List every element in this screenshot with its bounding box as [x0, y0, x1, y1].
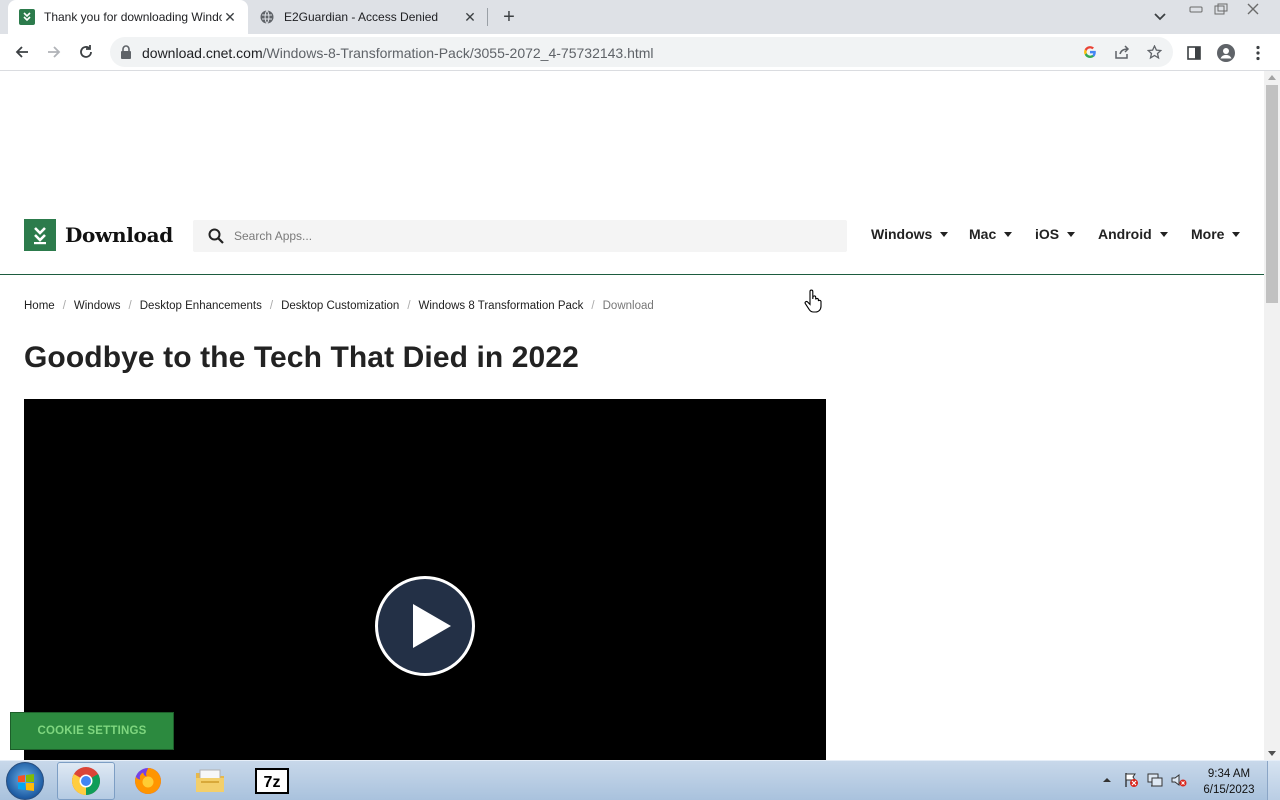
- tab-separator: [487, 8, 488, 26]
- site-logo[interactable]: Download: [24, 219, 173, 251]
- nav-label: More: [1191, 226, 1225, 242]
- nav-label: Android: [1098, 226, 1152, 242]
- breadcrumb-separator: /: [128, 300, 132, 312]
- nav-more[interactable]: More: [1191, 226, 1241, 242]
- site-header: Download Windows Mac iOS Android More: [0, 214, 1264, 275]
- share-icon[interactable]: [1114, 44, 1130, 60]
- breadcrumb-desktop-customization[interactable]: Desktop Customization: [281, 300, 399, 312]
- action-center-flag-icon[interactable]: [1123, 772, 1139, 788]
- taskbar-chrome[interactable]: [57, 762, 115, 800]
- window-close-icon[interactable]: [1240, 0, 1266, 18]
- breadcrumb-separator: /: [591, 300, 595, 312]
- lock-icon[interactable]: [120, 45, 132, 59]
- nav-label: Mac: [969, 226, 997, 242]
- app-search-box[interactable]: [193, 220, 847, 252]
- caret-down-icon: [1067, 231, 1076, 237]
- taskbar-firefox[interactable]: [119, 762, 177, 800]
- reload-icon[interactable]: [74, 40, 98, 64]
- tray-expand-icon[interactable]: [1099, 772, 1115, 788]
- web-page: Download Windows Mac iOS Android More Ho…: [0, 71, 1264, 760]
- minimize-icon[interactable]: [1183, 0, 1209, 18]
- nav-android[interactable]: Android: [1098, 226, 1168, 242]
- google-icon[interactable]: [1082, 44, 1098, 60]
- breadcrumb-current: Download: [602, 300, 654, 312]
- url-path: /Windows-8-Transformation-Pack/3055-2072…: [262, 45, 654, 61]
- nav-label: Windows: [871, 226, 933, 242]
- caret-down-icon: [1004, 231, 1013, 237]
- caret-down-icon: [1232, 231, 1241, 237]
- globe-icon: [259, 9, 275, 25]
- windows-taskbar: 7z 9:34 AM 6/15/2023: [0, 760, 1280, 800]
- cookie-settings-button[interactable]: COOKIE SETTINGS: [10, 712, 174, 750]
- tab-title: E2Guardian - Access Denied: [284, 10, 439, 24]
- caret-down-icon: [1159, 231, 1168, 237]
- breadcrumb: Home / Windows / Desktop Enhancements / …: [24, 300, 654, 312]
- bookmark-star-icon[interactable]: [1146, 44, 1162, 60]
- volume-muted-icon[interactable]: [1171, 772, 1187, 788]
- search-icon: [208, 228, 224, 244]
- breadcrumb-windows[interactable]: Windows: [74, 300, 121, 312]
- profile-avatar-icon[interactable]: [1216, 43, 1236, 63]
- page-scrollbar[interactable]: [1264, 71, 1280, 760]
- 7zip-icon: 7z: [255, 768, 289, 794]
- breadcrumb-home[interactable]: Home: [24, 300, 55, 312]
- back-arrow-icon[interactable]: [10, 40, 34, 64]
- side-panel-icon[interactable]: [1184, 43, 1204, 63]
- download-favicon-icon: [19, 9, 35, 25]
- chevron-down-icon[interactable]: [1151, 8, 1169, 26]
- svg-text:7z: 7z: [264, 774, 281, 791]
- windows-logo-icon: [18, 774, 34, 791]
- nav-label: iOS: [1035, 226, 1060, 242]
- taskbar-file-explorer[interactable]: [181, 762, 239, 800]
- scroll-up-icon[interactable]: [1268, 75, 1276, 80]
- download-logo-icon: [24, 219, 56, 251]
- network-icon[interactable]: [1147, 772, 1163, 788]
- start-button[interactable]: [6, 762, 44, 800]
- breadcrumb-desktop-enhancements[interactable]: Desktop Enhancements: [140, 300, 262, 312]
- nav-ios[interactable]: iOS: [1035, 226, 1076, 242]
- nav-mac[interactable]: Mac: [969, 226, 1013, 242]
- hand-cursor-icon: [804, 289, 822, 313]
- new-tab-icon[interactable]: +: [498, 6, 520, 28]
- file-explorer-icon: [196, 769, 224, 792]
- tab-download[interactable]: Thank you for downloading Windows 8 Tran…: [8, 0, 248, 34]
- play-button[interactable]: [375, 576, 475, 676]
- page-title: Goodbye to the Tech That Died in 2022: [24, 341, 579, 374]
- system-clock[interactable]: 9:34 AM 6/15/2023: [1198, 766, 1260, 798]
- close-icon[interactable]: ✕: [222, 9, 238, 25]
- taskbar-7zip[interactable]: 7z: [243, 762, 301, 800]
- breadcrumb-separator: /: [269, 300, 274, 312]
- breadcrumb-separator: /: [62, 300, 66, 312]
- nav-windows[interactable]: Windows: [871, 226, 949, 242]
- clock-date: 6/15/2023: [1203, 784, 1255, 796]
- tab-title: Thank you for downloading Windows 8 Tran…: [44, 10, 222, 24]
- tab-e2guardian[interactable]: E2Guardian - Access Denied ✕: [250, 0, 488, 34]
- browser-toolbar: download.cnet.com/Windows-8-Transformati…: [0, 34, 1280, 71]
- breadcrumb-transformation-pack[interactable]: Windows 8 Transformation Pack: [419, 300, 584, 312]
- url-text: download.cnet.com/Windows-8-Transformati…: [142, 45, 654, 61]
- show-desktop-button[interactable]: [1267, 761, 1280, 800]
- chrome-icon: [72, 767, 100, 795]
- scrollbar-thumb[interactable]: [1266, 85, 1278, 303]
- caret-down-icon: [940, 231, 949, 237]
- scroll-down-icon[interactable]: [1268, 751, 1276, 756]
- search-input[interactable]: [234, 227, 814, 245]
- logo-wordmark: Download: [65, 223, 173, 247]
- clock-time: 9:34 AM: [1207, 768, 1251, 780]
- firefox-icon: [134, 768, 161, 794]
- url-host: download.cnet.com: [142, 45, 263, 61]
- restore-icon[interactable]: [1208, 0, 1234, 18]
- forward-arrow-icon[interactable]: [42, 40, 66, 64]
- breadcrumb-separator: /: [407, 300, 411, 312]
- tab-bar: Thank you for downloading Windows 8 Tran…: [0, 0, 1280, 34]
- video-player[interactable]: [24, 399, 826, 760]
- kebab-menu-icon[interactable]: [1248, 43, 1268, 63]
- address-bar[interactable]: download.cnet.com/Windows-8-Transformati…: [110, 37, 1173, 67]
- play-icon: [413, 604, 451, 648]
- close-icon[interactable]: ✕: [462, 9, 478, 25]
